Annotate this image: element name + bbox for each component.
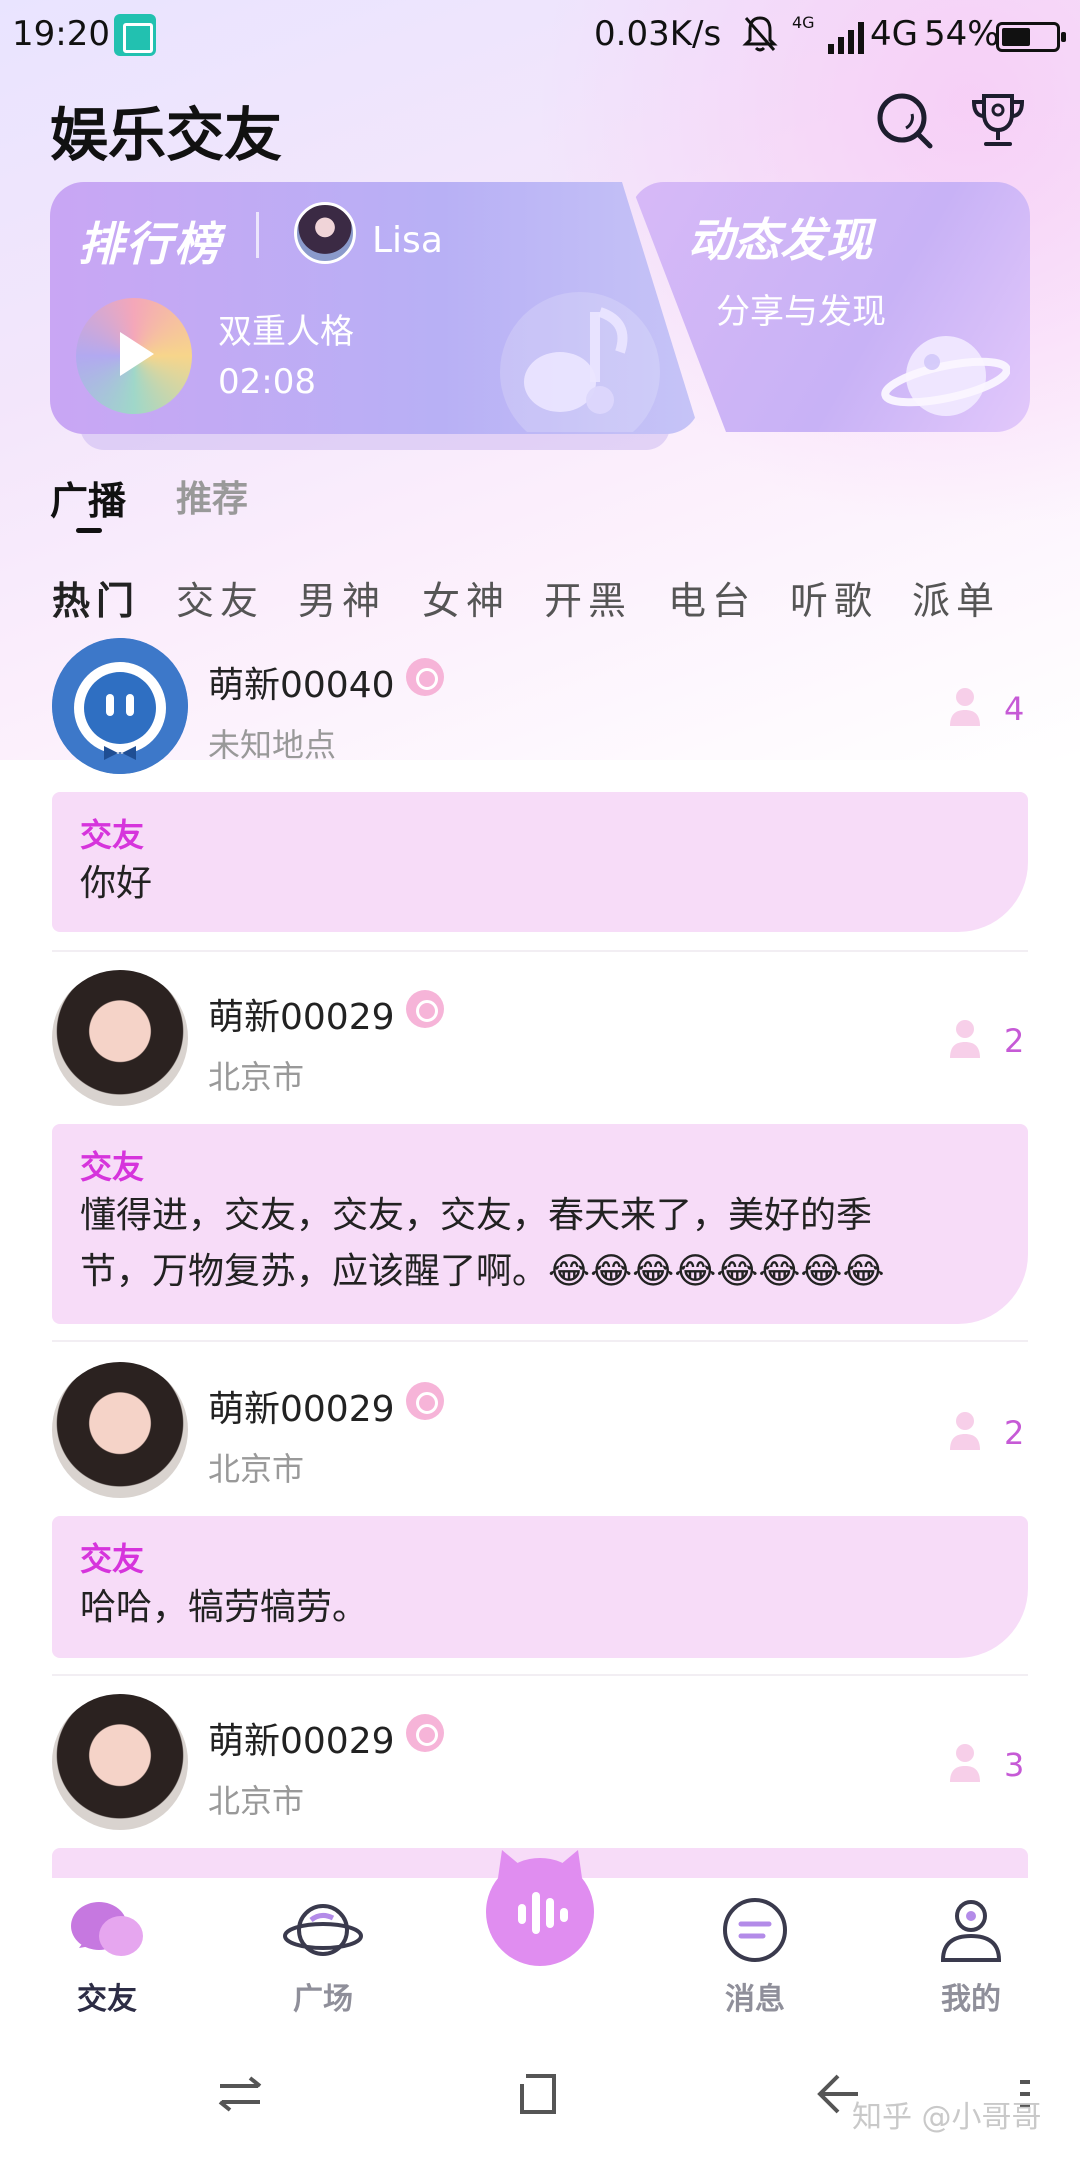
status-time: 19:20: [12, 14, 110, 54]
user-badge-icon: [406, 658, 444, 696]
post-tag: 交友: [80, 1540, 145, 1578]
post-tag: 交友: [80, 1148, 145, 1186]
post-location: 北京市: [208, 1450, 305, 1488]
post-location: 北京市: [208, 1782, 305, 1820]
robot-avatar-icon: [52, 638, 188, 774]
post-text: 哈哈，犒劳犒劳。: [80, 1587, 369, 1628]
post-bubble[interactable]: 交友 你好: [52, 792, 1028, 932]
search-icon[interactable]: [872, 88, 936, 152]
avatar[interactable]: [52, 638, 188, 774]
watermark: 知乎 @小哥哥: [852, 2100, 1042, 2135]
post-member-count: 2: [1004, 1022, 1025, 1060]
rank-title: 排行榜: [78, 217, 222, 271]
planet-icon: [881, 336, 1010, 416]
page-title: 娱乐交友: [50, 101, 283, 169]
rank-user-name: Lisa: [372, 220, 443, 261]
avatar[interactable]: [52, 1694, 188, 1830]
trophy-icon[interactable]: [966, 88, 1030, 152]
home-icon[interactable]: [510, 2064, 570, 2124]
rank-card[interactable]: 排行榜 Lisa 双重人格 02:08: [50, 182, 700, 434]
nav-profile[interactable]: 我的: [896, 1878, 1046, 2028]
discover-subtitle: 分享与发现: [716, 292, 886, 332]
play-icon: [120, 332, 154, 376]
post-text: 你好: [80, 863, 153, 904]
status-battery-percent: 54%: [924, 14, 1000, 54]
user-badge-icon: [406, 990, 444, 1028]
avatar: [294, 202, 356, 264]
scan-icon: [114, 14, 156, 56]
category-radio[interactable]: 电台: [668, 570, 756, 625]
post-member-count: 2: [1004, 1414, 1025, 1452]
nav-messages-label: 消息: [725, 1982, 785, 2017]
post-location: 未知地点: [208, 726, 337, 764]
music-note-icon: [500, 292, 660, 432]
avatar[interactable]: [52, 970, 188, 1106]
post-username[interactable]: 萌新00029: [208, 1712, 395, 1764]
post-username[interactable]: 萌新00029: [208, 988, 395, 1040]
tab-broadcast[interactable]: 广播: [50, 470, 126, 525]
divider: [52, 1340, 1028, 1342]
nav-square-label: 广场: [293, 1982, 353, 2017]
post-username[interactable]: 萌新00029: [208, 1380, 395, 1432]
person-icon: [950, 1744, 980, 1782]
post-text-line-2: 节，万物复苏，应该醒了啊。😂😂😂😂😂😂😂😂: [80, 1251, 885, 1292]
song-duration: 02:08: [218, 362, 316, 402]
tab-recommend[interactable]: 推荐: [176, 470, 248, 522]
user-badge-icon: [406, 1714, 444, 1752]
post-location: 北京市: [208, 1058, 305, 1096]
tab-indicator: [76, 528, 102, 533]
category-female-god[interactable]: 女神: [422, 570, 510, 625]
person-icon: [950, 1412, 980, 1450]
category-bar: 热门 交友 男神 女神 开黑 电台 听歌 派单: [52, 570, 1052, 623]
post-text-line-1: 懂得进，交友，交友，交友，春天来了，美好的季: [80, 1195, 873, 1236]
category-music[interactable]: 听歌: [790, 570, 878, 625]
category-hot[interactable]: 热门: [52, 570, 140, 625]
song-title: 双重人格: [218, 312, 354, 352]
discover-title: 动态发现: [688, 213, 872, 267]
category-dispatch[interactable]: 派单: [912, 570, 1000, 625]
category-male-god[interactable]: 男神: [298, 570, 386, 625]
signal-icon: [828, 22, 864, 54]
person-icon: [950, 688, 980, 726]
category-gaming[interactable]: 开黑: [544, 570, 632, 625]
avatar[interactable]: [52, 1362, 188, 1498]
profile-icon: [940, 1900, 1002, 1962]
divider: [52, 950, 1028, 952]
post-username[interactable]: 萌新00040: [208, 656, 395, 708]
battery-icon: [996, 22, 1066, 52]
post-tag: 交友: [80, 816, 145, 854]
nav-friends[interactable]: 交友: [32, 1878, 182, 2028]
person-icon: [950, 1020, 980, 1058]
divider: [256, 212, 259, 258]
status-4g-small: 4G: [792, 13, 815, 32]
nav-messages[interactable]: 消息: [680, 1878, 830, 2028]
message-icon: [723, 1898, 787, 1962]
status-bar: 19:20 0.03K/s 4G 4G 54%: [0, 0, 1080, 72]
nav-profile-label: 我的: [941, 1982, 1001, 2017]
nav-friends-label: 交友: [77, 1982, 137, 2017]
bell-muted-icon: [742, 16, 778, 52]
voice-cat-icon[interactable]: [484, 1848, 596, 1968]
switch-icon[interactable]: [210, 2064, 270, 2124]
post-member-count: 3: [1004, 1746, 1025, 1784]
chat-bubbles-icon: [71, 1902, 143, 1956]
battery-fill: [1002, 28, 1030, 46]
planet-icon: [283, 1904, 363, 1956]
nav-square[interactable]: 广场: [248, 1878, 398, 2028]
post-bubble[interactable]: 交友 哈哈，犒劳犒劳。: [52, 1516, 1028, 1658]
post-member-count: 4: [1004, 690, 1025, 728]
status-network: 4G: [870, 14, 918, 54]
divider: [52, 1674, 1028, 1676]
user-badge-icon: [406, 1382, 444, 1420]
status-net-speed: 0.03K/s: [594, 14, 722, 54]
post-bubble[interactable]: 交友 懂得进，交友，交友，交友，春天来了，美好的季 节，万物复苏，应该醒了啊。😂…: [52, 1124, 1028, 1324]
category-friends[interactable]: 交友: [176, 570, 264, 625]
